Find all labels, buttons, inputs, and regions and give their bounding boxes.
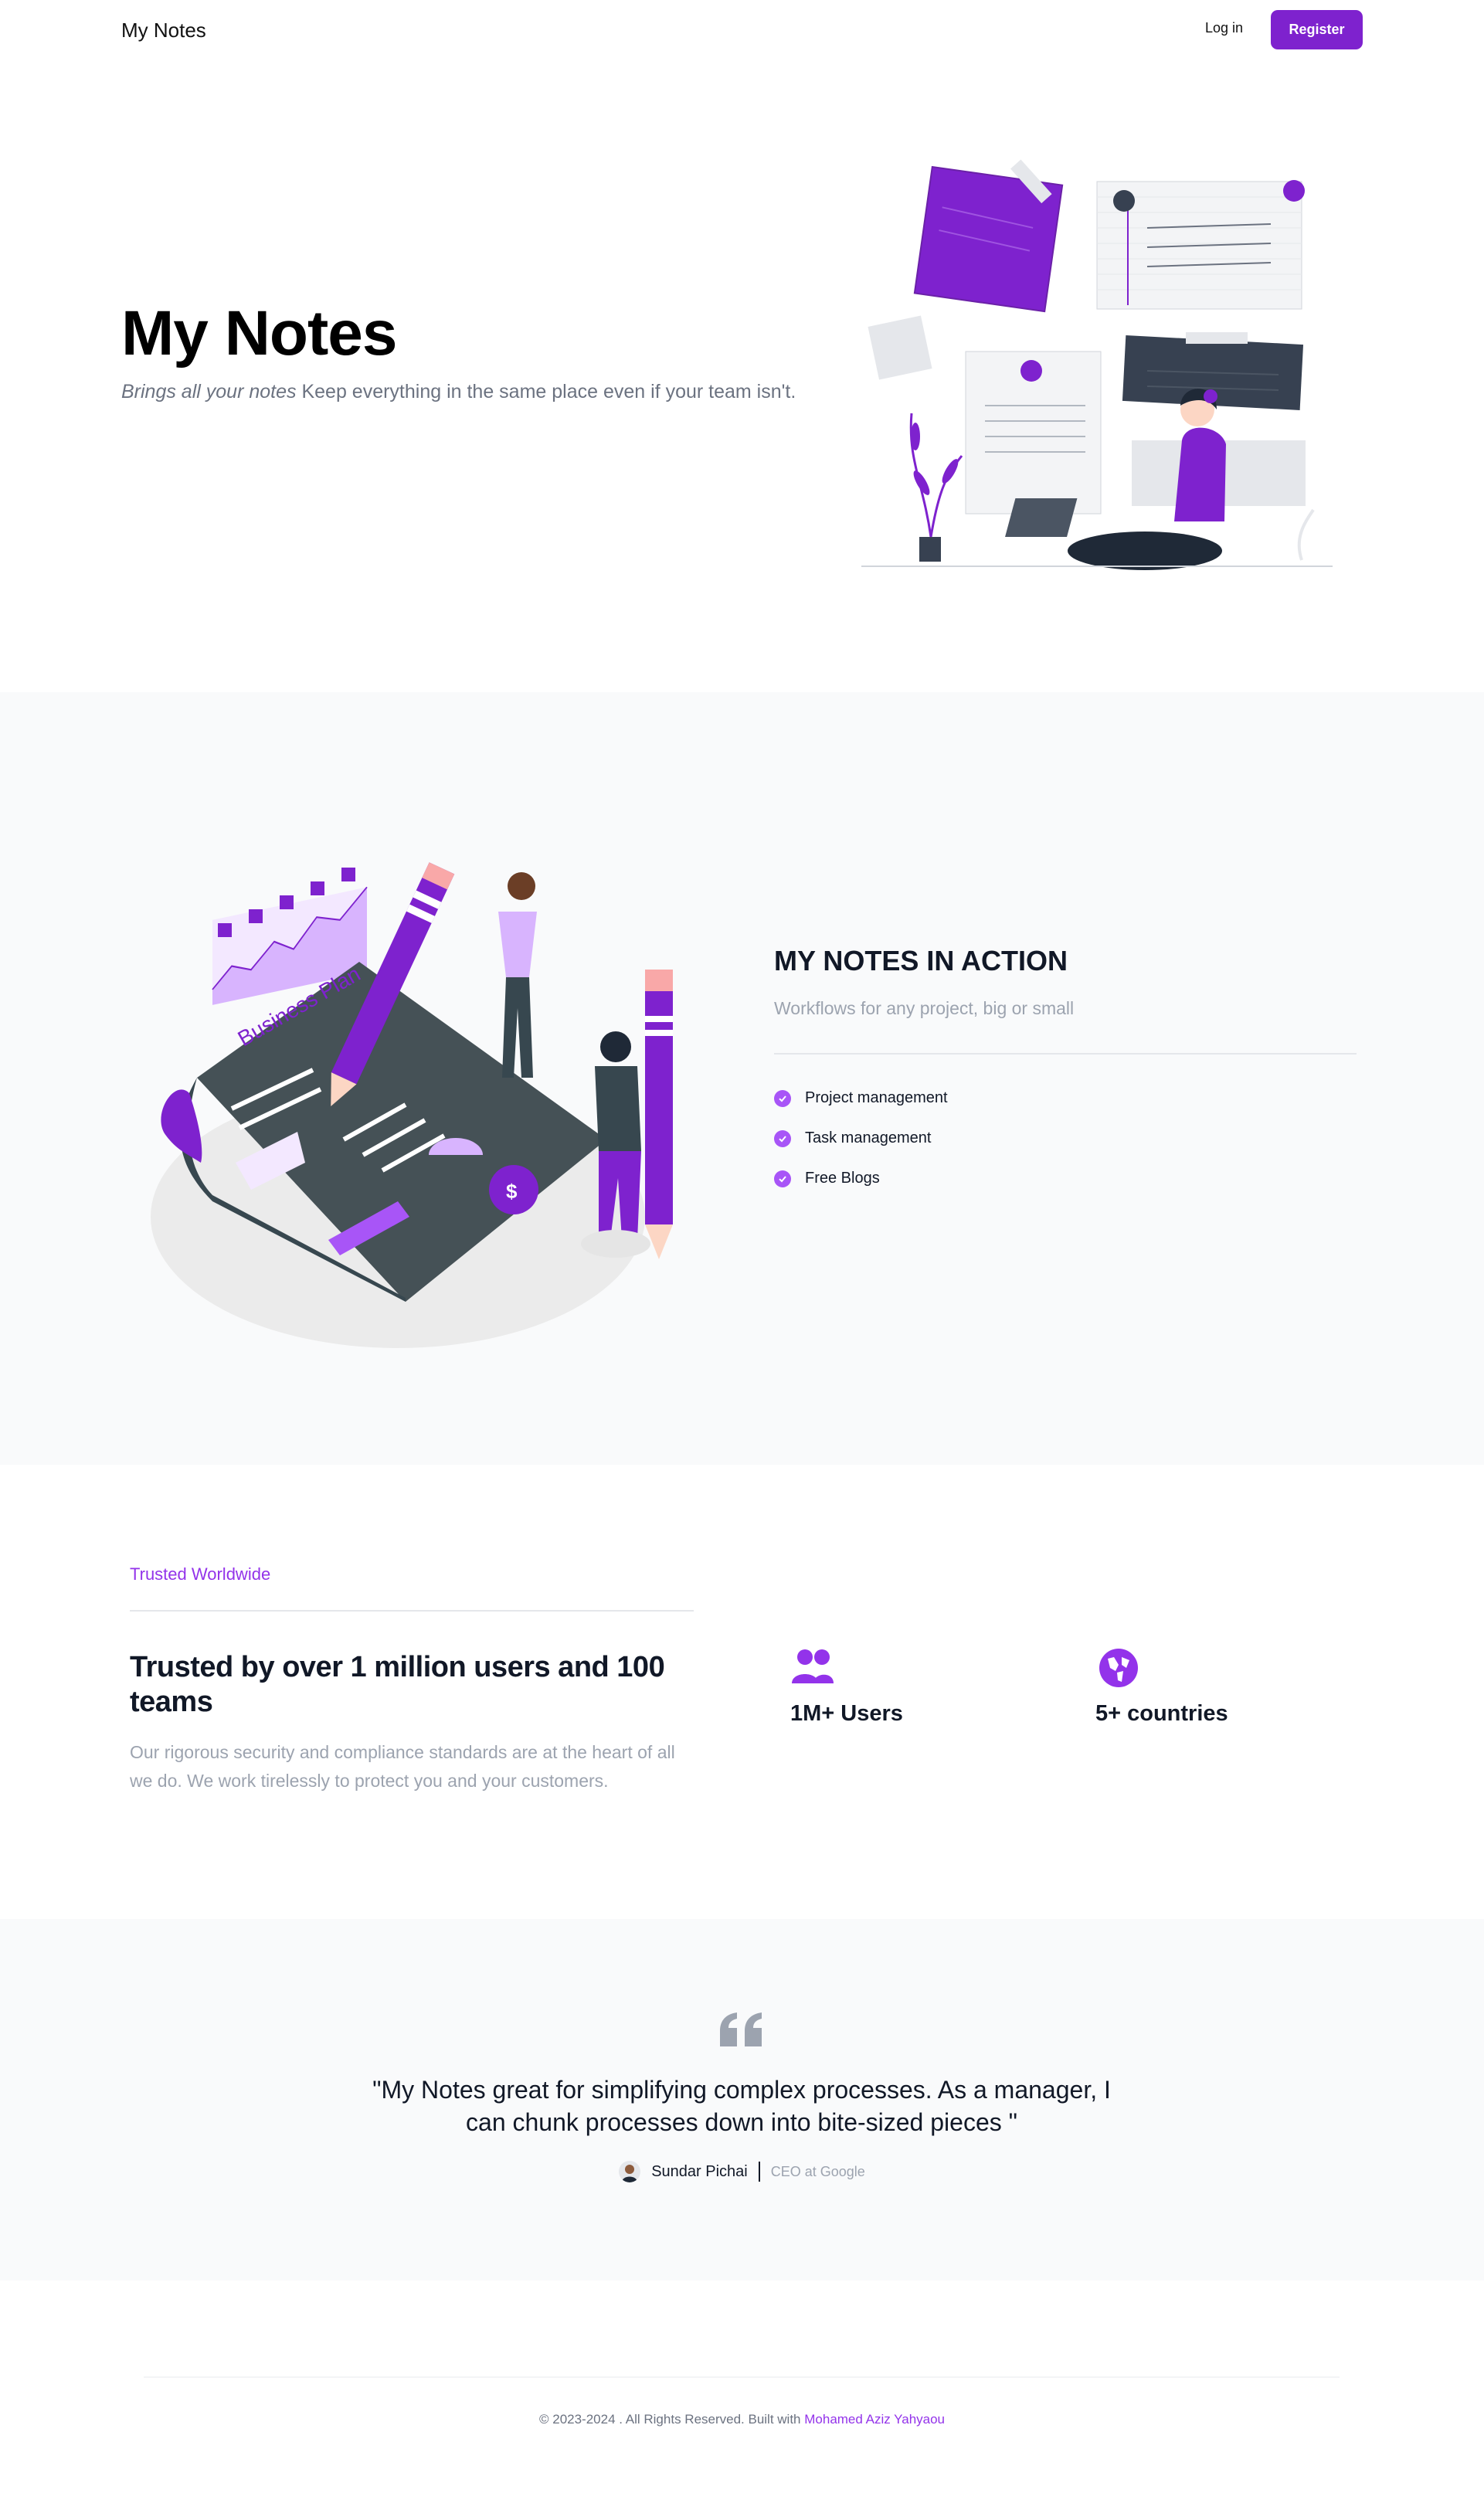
testimonial-quote: "My Notes great for simplifying complex …: [372, 2076, 1111, 2136]
feature-label: Free Blogs: [805, 1170, 880, 1187]
register-button[interactable]: Register: [1271, 10, 1363, 49]
action-title: MY NOTES IN ACTION: [774, 945, 1068, 976]
action-divider: [774, 1053, 1357, 1055]
brand-logo[interactable]: My Notes: [121, 19, 206, 42]
globe-icon: [1099, 1649, 1138, 1687]
author-name: Sundar Pichai: [651, 2162, 748, 2180]
stat-users-label: 1M+ Users: [790, 1701, 903, 1726]
check-circle-icon: [774, 1089, 791, 1107]
avatar: [619, 2161, 641, 2182]
trusted-title: Trusted by over 1 million users and 100 …: [130, 1651, 665, 1718]
trusted-divider: [130, 1610, 694, 1612]
stat-countries-label: 5+ countries: [1095, 1701, 1228, 1726]
testimonial-author: Sundar Pichai CEO at Google: [0, 2161, 1484, 2182]
feature-item-project-management: Project management: [774, 1089, 948, 1107]
action-subtitle: Workflows for any project, big or small: [774, 998, 1075, 1018]
hero-title: My Notes: [121, 298, 398, 369]
feature-item-task-management: Task management: [774, 1129, 931, 1147]
footer-author-link[interactable]: Mohamed Aziz Yahyaou: [804, 2412, 945, 2427]
hero-notes-illustration: [861, 159, 1333, 570]
check-circle-icon: [774, 1129, 791, 1147]
hero-subtitle-emphasis: Brings all your notes: [121, 381, 297, 402]
top-navbar: My Notes Log in Register: [0, 0, 1484, 62]
feature-label: Project management: [805, 1089, 948, 1106]
hero-subtitle: Brings all your notes Keep everything in…: [121, 381, 796, 403]
check-circle-icon: [774, 1170, 791, 1187]
author-role: CEO at Google: [770, 2163, 865, 2179]
hero-subtitle-rest: Keep everything in the same place even i…: [296, 381, 796, 402]
feature-label: Task management: [805, 1129, 932, 1146]
login-link[interactable]: Log in: [1205, 20, 1243, 36]
trusted-description: Our rigorous security and compliance sta…: [130, 1742, 675, 1791]
footer-divider: [144, 2376, 1340, 2378]
footer-copyright: © 2023-2024 . All Rights Reserved. Built…: [538, 2412, 805, 2427]
quote-icon: [720, 2012, 762, 2046]
footer: © 2023-2024 . All Rights Reserved. Built…: [0, 2412, 1484, 2427]
feature-item-free-blogs: Free Blogs: [774, 1170, 880, 1187]
svg-text:$: $: [506, 1180, 518, 1203]
users-icon: [792, 1649, 834, 1683]
trusted-label: Trusted Worldwide: [130, 1564, 271, 1584]
author-separator: [758, 2162, 760, 2182]
business-plan-illustration: Business Plan $: [151, 862, 673, 1348]
